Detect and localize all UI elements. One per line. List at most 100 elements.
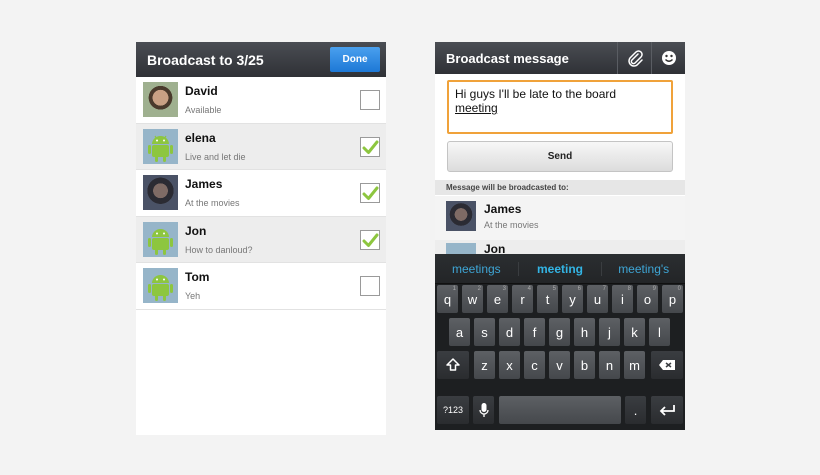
select-checkbox[interactable] xyxy=(360,136,380,157)
key-label: t xyxy=(545,291,550,307)
contact-name: elena xyxy=(185,130,216,145)
android-icon xyxy=(143,128,178,164)
attach-button[interactable] xyxy=(617,42,651,74)
suggestion-item[interactable]: meeting's xyxy=(602,262,685,276)
key[interactable]: e3 xyxy=(487,285,508,313)
message-text-line: Hi guys I'll be late to the board xyxy=(455,87,617,101)
key[interactable]: o9 xyxy=(637,285,658,313)
contact-name: David xyxy=(185,84,218,98)
checkmark-icon xyxy=(362,140,379,154)
contact-row[interactable]: Jon How to danloud? xyxy=(136,216,386,263)
recipient-name: James xyxy=(484,202,522,216)
key[interactable]: i8 xyxy=(612,285,633,313)
microphone-icon xyxy=(478,403,489,417)
key-label: q xyxy=(443,291,452,307)
key-label: r xyxy=(520,291,525,307)
suggestion-item[interactable]: meetings xyxy=(435,262,518,276)
key-hint: 4 xyxy=(527,286,531,292)
message-input[interactable]: Hi guys I'll be late to the board meetin… xyxy=(447,80,673,134)
contact-status: At the movies xyxy=(185,198,240,208)
broadcast-recipients-label: Message will be broadcasted to: xyxy=(435,180,685,195)
key-hint: 3 xyxy=(502,286,506,292)
done-button[interactable]: Done xyxy=(330,47,380,72)
contact-status: Live and let die xyxy=(185,151,246,162)
screen-title: Broadcast to 3/25 xyxy=(147,51,264,68)
key-row-3: z x c v b n m xyxy=(435,351,685,381)
contact-name: Tom xyxy=(185,270,210,284)
select-checkbox[interactable] xyxy=(360,90,380,110)
checkmark-icon xyxy=(362,186,379,200)
message-text-line: meeting xyxy=(455,101,498,115)
key-label: e xyxy=(493,291,502,307)
period-key[interactable]: . xyxy=(625,396,646,424)
android-icon xyxy=(143,268,178,303)
key[interactable]: f xyxy=(524,318,545,346)
space-bar[interactable] xyxy=(499,396,621,424)
contact-row[interactable]: James At the movies xyxy=(136,170,386,217)
contact-row[interactable]: David Available xyxy=(136,77,386,124)
key-hint: 0 xyxy=(677,286,681,292)
key[interactable]: n xyxy=(599,351,620,379)
key[interactable]: k xyxy=(624,318,645,346)
key[interactable]: g xyxy=(549,318,570,346)
key-label: u xyxy=(593,291,602,307)
key-hint: 2 xyxy=(477,286,481,292)
emoji-button[interactable] xyxy=(651,42,685,74)
key[interactable]: v xyxy=(549,351,570,379)
contact-row[interactable]: elena Live and let die xyxy=(136,123,386,170)
broadcast-select-screen: Broadcast to 3/25 Done David Available e… xyxy=(136,42,386,435)
contact-name: Jon xyxy=(185,223,207,238)
key-label: o xyxy=(643,291,652,307)
contact-status: Available xyxy=(185,105,222,115)
smiley-icon xyxy=(661,51,676,65)
key[interactable]: q1 xyxy=(437,285,458,313)
key-label: i xyxy=(621,291,624,307)
key[interactable]: d xyxy=(499,318,520,346)
contact-status: How to danloud? xyxy=(185,244,253,255)
key[interactable]: h xyxy=(574,318,595,346)
action-bar: Broadcast to 3/25 Done xyxy=(136,42,386,77)
avatar xyxy=(143,175,178,210)
key[interactable]: u7 xyxy=(587,285,608,313)
recipient-status: At the movies xyxy=(484,220,539,230)
key[interactable]: c xyxy=(524,351,545,379)
key[interactable]: b xyxy=(574,351,595,379)
select-checkbox[interactable] xyxy=(360,276,380,296)
key-hint: 5 xyxy=(552,286,556,292)
key-hint: 1 xyxy=(452,286,456,292)
key-row-4: ?123 . xyxy=(435,396,685,426)
key-hint: 6 xyxy=(577,286,581,292)
key[interactable]: z xyxy=(474,351,495,379)
key-row-2: a s d f g h j k l xyxy=(435,318,685,348)
send-button[interactable]: Send xyxy=(447,141,673,172)
select-checkbox[interactable] xyxy=(360,229,380,250)
backspace-key[interactable] xyxy=(651,351,683,379)
key[interactable]: j xyxy=(599,318,620,346)
key[interactable]: t5 xyxy=(537,285,558,313)
screen-title: Broadcast message xyxy=(446,50,569,66)
key-hint: 8 xyxy=(627,286,631,292)
key[interactable]: y6 xyxy=(562,285,583,313)
shift-key[interactable] xyxy=(437,351,469,379)
key[interactable]: m xyxy=(624,351,645,379)
key[interactable]: s xyxy=(474,318,495,346)
enter-key[interactable] xyxy=(651,396,683,424)
key[interactable]: l xyxy=(649,318,670,346)
key[interactable]: x xyxy=(499,351,520,379)
key[interactable]: p0 xyxy=(662,285,683,313)
key[interactable]: a xyxy=(449,318,470,346)
symbols-key[interactable]: ?123 xyxy=(437,396,469,424)
broadcast-message-screen: Broadcast message Hi guys I'll be late t… xyxy=(435,42,685,430)
voice-key[interactable] xyxy=(473,396,494,424)
paperclip-icon xyxy=(627,50,643,67)
recipient-row: James At the movies xyxy=(435,196,685,240)
contact-list: David Available elena Live and let die J… xyxy=(136,77,386,310)
contact-row[interactable]: Tom Yeh xyxy=(136,263,386,310)
key-hint: 9 xyxy=(652,286,656,292)
key[interactable]: r4 xyxy=(512,285,533,313)
suggestion-item[interactable]: meeting xyxy=(517,261,603,276)
key-hint: 7 xyxy=(602,286,606,292)
contact-status: Yeh xyxy=(185,291,201,301)
select-checkbox[interactable] xyxy=(360,183,380,203)
key[interactable]: w2 xyxy=(462,285,483,313)
